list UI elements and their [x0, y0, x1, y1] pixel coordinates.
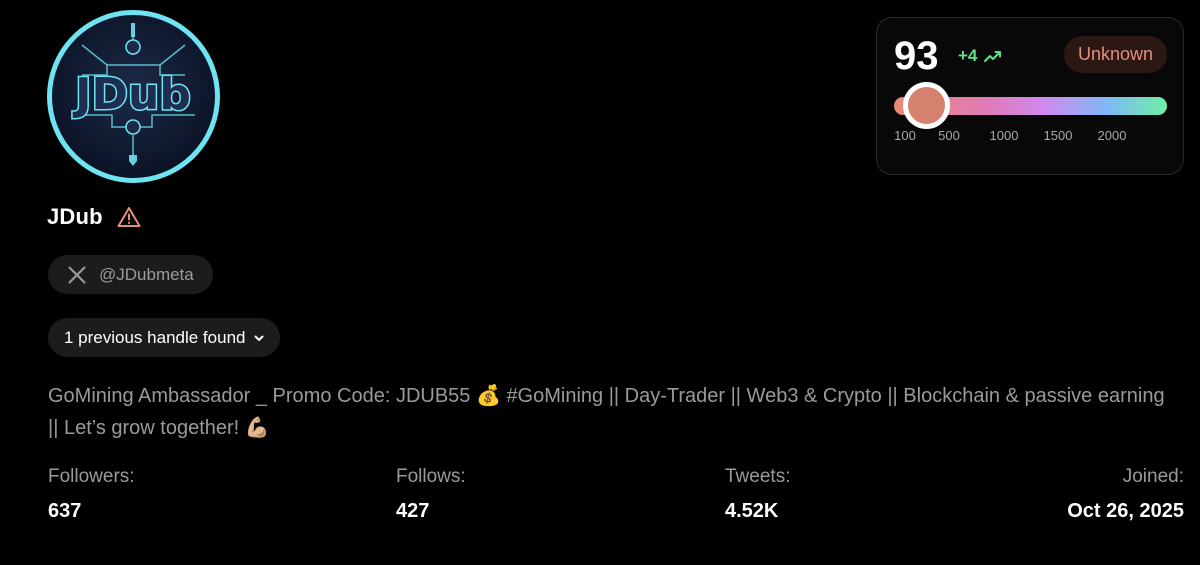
gauge-tick-label: 1500: [1043, 128, 1073, 143]
stat-label: Follows:: [396, 466, 466, 487]
gauge-tick-label: 100: [894, 128, 916, 143]
previous-handles-label: 1 previous handle found: [64, 327, 246, 347]
gauge-tick-label: 2000: [1097, 128, 1127, 143]
warning-triangle-icon[interactable]: [117, 206, 141, 228]
gauge-tick-label: 500: [938, 128, 960, 143]
avatar-text: JDub: [72, 69, 191, 120]
avatar-logo: JDub: [71, 23, 195, 166]
score-card: 93 +4 Unknown 100 500 1000 1500 2000: [876, 17, 1184, 175]
name-row: JDub: [47, 204, 141, 230]
score-value: 93: [894, 34, 939, 78]
gauge-tick-label: 1000: [989, 128, 1019, 143]
handle-link[interactable]: @JDubmeta: [48, 255, 213, 294]
stat-value: 637: [48, 500, 82, 522]
stat-value: Oct 26, 2025: [1067, 500, 1184, 522]
profile-name: JDub: [47, 204, 103, 229]
stat-label: Joined:: [1122, 466, 1184, 487]
score-delta-text: +4: [958, 46, 978, 65]
stat-tweets[interactable]: Tweets: 4.52K: [725, 466, 790, 523]
status-badge[interactable]: Unknown: [1063, 36, 1167, 73]
stat-label: Tweets:: [725, 466, 791, 487]
score-gauge-thumb: [903, 82, 950, 129]
stat-joined: Joined: Oct 26, 2025: [1067, 466, 1184, 523]
previous-handles-button[interactable]: 1 previous handle found: [48, 318, 281, 357]
stat-value: 4.52K: [725, 500, 779, 522]
stat-followers[interactable]: Followers: 637: [48, 466, 135, 523]
profile-page: JDub JDub @JDubmeta 1 previous handle fo…: [0, 0, 1200, 565]
score-gauge-ticks: 100 500 1000 1500 2000: [877, 128, 1185, 148]
chevron-down-icon: [254, 335, 264, 341]
stat-value: 427: [396, 500, 430, 522]
x-logo-icon: [68, 265, 86, 284]
stat-follows[interactable]: Follows: 427: [396, 466, 466, 523]
score-delta: +4: [958, 46, 1003, 66]
stat-label: Followers:: [48, 466, 135, 487]
handle-text: @JDubmeta: [99, 264, 194, 284]
profile-bio: GoMining Ambassador _ Promo Code: JDUB55…: [48, 385, 1165, 439]
avatar[interactable]: JDub: [47, 10, 220, 183]
trending-up-icon: [984, 51, 1002, 62]
